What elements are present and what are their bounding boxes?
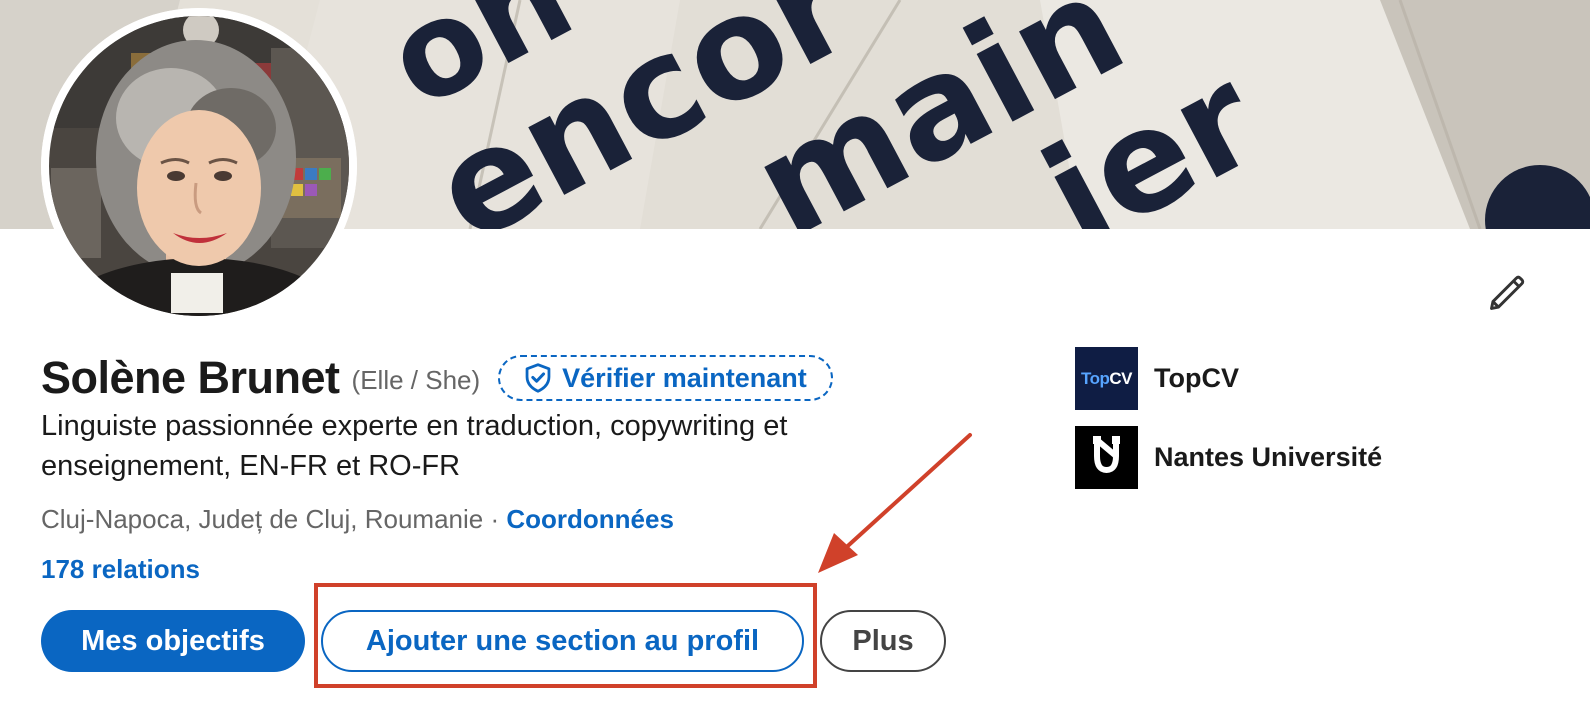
pencil-icon bbox=[1490, 275, 1525, 310]
avatar-photo bbox=[41, 8, 357, 324]
nantes-universite-logo bbox=[1075, 426, 1138, 489]
verify-now-label: Vérifier maintenant bbox=[562, 362, 807, 393]
org-item-topcv[interactable]: Top CV TopCV bbox=[1075, 347, 1239, 410]
profile-avatar[interactable] bbox=[41, 8, 357, 324]
open-to-label: Mes objectifs bbox=[81, 624, 265, 657]
connections-link[interactable]: 178 relations bbox=[41, 550, 200, 588]
verify-now-button[interactable]: Vérifier maintenant bbox=[498, 355, 833, 401]
more-button[interactable]: Plus bbox=[820, 610, 946, 672]
open-to-button[interactable]: Mes objectifs bbox=[41, 610, 305, 672]
profile-headline: Linguiste passionnée experte en traducti… bbox=[41, 410, 788, 482]
profile-name: Solène Brunet bbox=[41, 352, 340, 403]
profile-location: Cluj-Napoca, Județ de Cluj, Roumanie bbox=[41, 504, 484, 534]
shield-check-icon bbox=[524, 363, 552, 393]
topcv-logo-text-top: Top bbox=[1080, 368, 1110, 388]
location-row: Cluj-Napoca, Județ de Cluj, Roumanie · C… bbox=[41, 500, 674, 538]
add-profile-section-label: Ajouter une section au profil bbox=[365, 624, 760, 657]
topcv-logo: Top CV bbox=[1075, 347, 1138, 410]
org-name: TopCV bbox=[1154, 363, 1239, 393]
org-name: Nantes Université bbox=[1154, 442, 1383, 472]
add-profile-section-button[interactable]: Ajouter une section au profil bbox=[321, 610, 804, 672]
location-separator: · bbox=[483, 504, 507, 534]
name-row: Solène Brunet (Elle / She) Vérifier main… bbox=[41, 350, 833, 406]
contact-info-link[interactable]: Coordonnées bbox=[506, 504, 674, 534]
edit-intro-button[interactable] bbox=[1478, 262, 1538, 322]
topcv-logo-text-cv: CV bbox=[1109, 368, 1133, 388]
org-item-nantes-universite[interactable]: Nantes Université bbox=[1075, 426, 1382, 489]
profile-pronouns: (Elle / She) bbox=[351, 364, 481, 395]
more-label: Plus bbox=[852, 624, 914, 657]
